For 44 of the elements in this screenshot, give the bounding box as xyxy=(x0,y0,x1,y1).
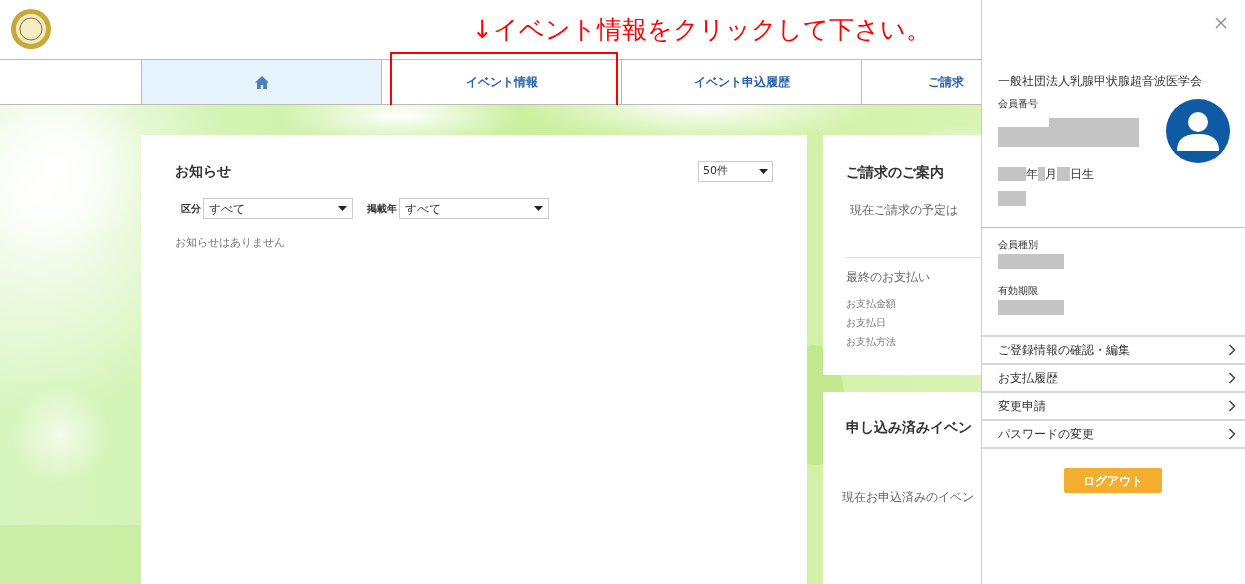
redacted-block xyxy=(998,254,1064,269)
birth-year-suffix: 年 xyxy=(1026,165,1038,183)
close-icon[interactable] xyxy=(1215,17,1227,29)
per-page-select[interactable]: 50件 xyxy=(698,161,773,182)
logo-emblem-icon xyxy=(10,8,52,50)
chevron-right-icon xyxy=(1228,400,1236,412)
drawer-menu-item[interactable]: ご登録情報の確認・編集 xyxy=(982,337,1245,365)
field-label: 有効期限 xyxy=(998,284,1039,298)
chevron-right-icon xyxy=(1228,344,1236,356)
home-icon xyxy=(254,75,269,89)
events-message: 現在お申込済みのイベン xyxy=(842,489,975,506)
billing-message: 現在ご請求の予定は xyxy=(849,202,959,219)
payment-field-label: お支払金額 xyxy=(846,297,897,311)
empty-message: お知らせはありません xyxy=(175,235,286,251)
card-title: ご請求のご案内 xyxy=(846,163,945,182)
field-label: 会員種別 xyxy=(998,238,1039,252)
drawer-menu-item[interactable]: お支払履歴 xyxy=(982,365,1245,393)
redacted-block xyxy=(998,166,1026,181)
caret-icon xyxy=(759,169,768,174)
redacted-block xyxy=(998,191,1026,206)
user-avatar-icon xyxy=(1166,99,1230,163)
redacted-block xyxy=(1057,166,1070,181)
filter-select[interactable]: すべて xyxy=(203,198,353,219)
redacted-block xyxy=(998,300,1064,315)
redacted-block xyxy=(1038,166,1045,181)
drawer-menu-item[interactable]: パスワードの変更 xyxy=(982,421,1245,449)
chevron-right-icon xyxy=(1228,372,1236,384)
field-label: 会員番号 xyxy=(998,97,1039,111)
card-title: お知らせ xyxy=(175,162,231,181)
card-title: 申し込み済みイベン xyxy=(846,418,973,437)
filter-select[interactable]: すべて xyxy=(399,198,549,219)
caret-icon xyxy=(534,206,543,211)
section-title: 最終のお支払い xyxy=(846,269,931,286)
birth-day-suffix: 日生 xyxy=(1070,165,1094,183)
caret-icon xyxy=(338,206,347,211)
drawer-menu-item[interactable]: 変更申請 xyxy=(982,393,1245,421)
chevron-right-icon xyxy=(1228,428,1236,440)
instruction-note: ↓イベント情報をクリックして下さい。 xyxy=(472,14,931,46)
payment-field-label: お支払日 xyxy=(846,316,887,330)
payment-field-label: お支払方法 xyxy=(846,335,897,349)
filter-label: 区分 xyxy=(181,202,201,216)
organization-name: 一般社団法人乳腺甲状腺超音波医学会 xyxy=(998,73,1203,90)
birth-month-suffix: 月 xyxy=(1045,165,1057,183)
filter-label: 掲載年 xyxy=(367,202,397,216)
